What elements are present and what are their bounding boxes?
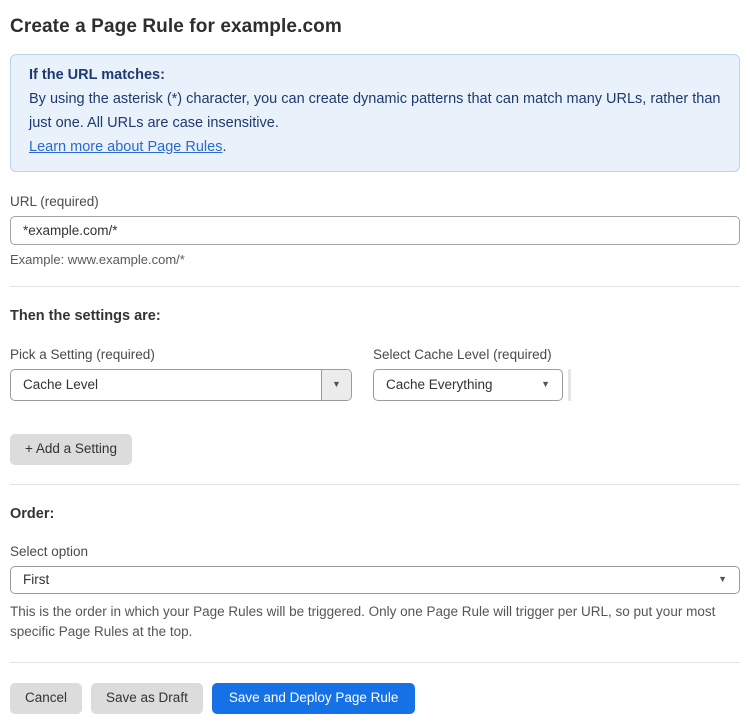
url-example-helper: Example: www.example.com/* xyxy=(10,251,185,267)
save-and-deploy-button[interactable]: Save and Deploy Page Rule xyxy=(211,683,416,715)
divider xyxy=(10,662,740,664)
cancel-button[interactable]: Cancel xyxy=(10,683,83,715)
cache-level-value: Cache Everything xyxy=(386,377,493,393)
add-setting-wrap: + Add a Setting xyxy=(10,433,740,465)
settings-row: Pick a Setting (required) Cache Level ▼ … xyxy=(10,347,740,401)
page-rule-form: Create a Page Rule for example.com If th… xyxy=(0,0,750,726)
learn-more-link[interactable]: Learn more about Page Rules xyxy=(29,139,222,155)
dropdown-arrow-icon: ▼ xyxy=(332,379,341,390)
order-heading: Order: xyxy=(10,505,55,522)
setting-picker-value: Cache Level xyxy=(23,377,99,393)
info-box-body: By using the asterisk (*) character, you… xyxy=(29,90,721,131)
dropdown-arrow-icon: ▼ xyxy=(541,370,562,400)
divider xyxy=(10,483,740,485)
dropdown-arrow-icon: ▼ xyxy=(718,574,727,585)
order-select[interactable]: First ▼ xyxy=(10,565,740,594)
settings-heading: Then the settings are: xyxy=(10,307,161,324)
info-box-heading: If the URL matches: xyxy=(29,67,165,83)
setting-row-end-divider xyxy=(568,368,571,401)
dropdown-arrow-button[interactable]: ▼ xyxy=(321,369,351,400)
cache-level-label: Select Cache Level (required) xyxy=(373,346,552,362)
info-box-link-line: Learn more about Page Rules. xyxy=(29,136,721,160)
cache-level-column: Select Cache Level (required) Cache Ever… xyxy=(373,347,563,401)
url-match-info-box: If the URL matches: By using the asteris… xyxy=(10,54,740,172)
setting-picker-dropdown[interactable]: Cache Level ▼ xyxy=(10,368,352,401)
divider xyxy=(10,285,740,287)
page-title: Create a Page Rule for example.com xyxy=(10,16,342,37)
setting-picker-label: Pick a Setting (required) xyxy=(10,346,155,362)
save-as-draft-button[interactable]: Save as Draft xyxy=(91,683,203,715)
url-input[interactable] xyxy=(10,215,740,245)
url-field-label: URL (required) xyxy=(10,193,99,209)
cache-level-dropdown[interactable]: Cache Everything ▼ xyxy=(373,368,563,401)
order-helper-text: This is the order in which your Page Rul… xyxy=(10,603,716,640)
link-suffix: . xyxy=(222,138,227,155)
order-select-label: Select option xyxy=(10,543,89,559)
order-select-value: First xyxy=(23,572,50,588)
dropdown-arrow-glyph: ▼ xyxy=(541,379,550,390)
add-setting-button[interactable]: + Add a Setting xyxy=(10,433,132,465)
setting-picker-column: Pick a Setting (required) Cache Level ▼ xyxy=(10,347,352,401)
actions-row: Cancel Save as Draft Save and Deploy Pag… xyxy=(10,683,740,726)
